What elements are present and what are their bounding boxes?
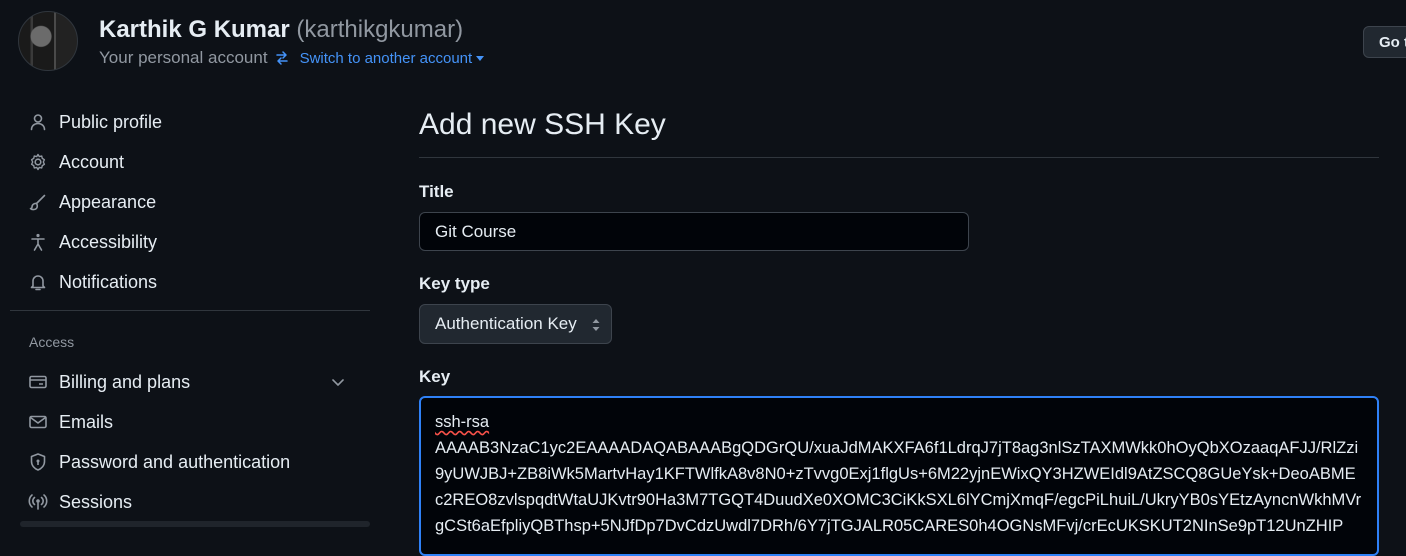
key-prefix: ssh-rsa (435, 413, 490, 431)
sidebar-item-label: Password and authentication (59, 451, 291, 472)
arrow-switch-icon (275, 51, 288, 65)
credit-card-icon (29, 375, 47, 389)
sidebar-divider (10, 310, 370, 311)
broadcast-icon (28, 494, 48, 510)
sidebar-item-label: Emails (59, 411, 114, 432)
sidebar-item-label: Billing and plans (59, 371, 191, 392)
title-divider (419, 157, 1379, 158)
page-title: Add new SSH Key (419, 108, 666, 141)
switch-account-label: Switch to another account (299, 49, 473, 67)
key-type-selected-value: Authentication Key (435, 314, 577, 333)
sidebar-item-emails[interactable]: Emails (0, 402, 408, 442)
chevron-down-icon[interactable] (330, 374, 346, 390)
title-label: Title (419, 182, 454, 201)
sidebar-item-password-auth[interactable]: Password and authentication (0, 442, 408, 482)
account-login: (karthikgkumar) (296, 16, 464, 43)
mail-icon (29, 415, 47, 429)
sidebar-item-notifications[interactable]: Notifications (0, 262, 408, 302)
sidebar-item-billing[interactable]: Billing and plans (0, 362, 408, 402)
key-label: Key (419, 367, 451, 386)
sidebar-item-accessibility[interactable]: Accessibility (0, 222, 408, 262)
shield-lock-icon (30, 453, 46, 471)
caret-down-icon (476, 55, 485, 61)
sidebar-item-label: Notifications (59, 271, 158, 292)
key-type-select[interactable]: Authentication Key (419, 304, 612, 344)
sidebar-section-access: Access (29, 334, 75, 350)
account-name: Karthik G Kumar (karthikgkumar) (99, 16, 463, 44)
key-textarea[interactable]: ssh-rsa AAAAB3NzaC1yc2EAAAADAQABAAABgQDG… (419, 396, 1379, 556)
key-type-label: Key type (419, 274, 490, 293)
sidebar-next-item-highlight (20, 521, 370, 527)
switch-account-link[interactable]: Switch to another account (274, 50, 485, 67)
key-body: AAAAB3NzaC1yc2EAAAADAQABAAABgQDGrQU/xuaJ… (435, 439, 1362, 535)
sidebar-item-label: Sessions (59, 491, 133, 512)
accessibility-icon (31, 233, 45, 251)
bell-icon (30, 275, 46, 291)
goto-profile-button[interactable]: Go to (1363, 26, 1406, 58)
sidebar-item-public-profile[interactable]: Public profile (0, 102, 408, 142)
sidebar-item-label: Public profile (59, 111, 163, 132)
title-input[interactable] (419, 212, 969, 251)
sidebar-item-label: Appearance (59, 191, 157, 212)
account-subtitle: Your personal account (99, 48, 268, 67)
sidebar-item-appearance[interactable]: Appearance (0, 182, 408, 222)
account-header: Karthik G Kumar (karthikgkumar) Your per… (0, 0, 1406, 80)
paintbrush-icon (29, 194, 46, 211)
select-updown-icon (592, 319, 600, 331)
account-display-name: Karthik G Kumar (99, 16, 290, 43)
account-subtitle-row: Your personal account Switch to another … (99, 48, 485, 68)
sidebar-item-account[interactable]: Account (0, 142, 408, 182)
sidebar-item-sessions[interactable]: Sessions (0, 482, 408, 522)
avatar[interactable] (18, 11, 78, 71)
gear-icon (30, 153, 46, 171)
person-icon (30, 114, 46, 131)
sidebar-item-label: Account (59, 151, 125, 172)
sidebar-item-label: Accessibility (59, 231, 158, 252)
